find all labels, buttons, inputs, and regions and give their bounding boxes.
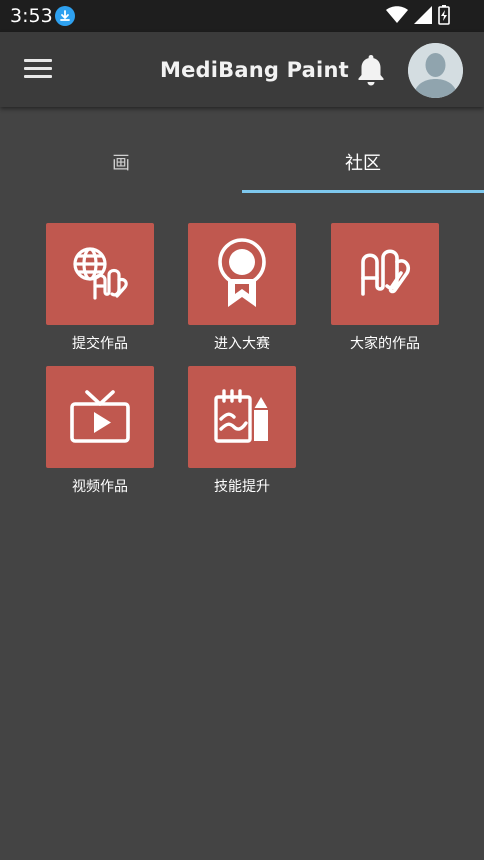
submit-works-tile[interactable]: 提交作品 — [46, 223, 154, 353]
tab-bar: 画 社区 — [0, 134, 484, 194]
tab-community[interactable]: 社区 — [242, 134, 484, 190]
app-title: MediBang Paint — [160, 58, 349, 82]
enter-contest-tile-box[interactable] — [188, 223, 296, 325]
submit-works-tile-box[interactable] — [46, 223, 154, 325]
battery-charging-icon — [438, 5, 450, 25]
clip-a-icon — [361, 249, 411, 296]
wifi-icon — [386, 6, 408, 23]
globe-clip-icon — [73, 247, 128, 300]
tab-indicator — [242, 190, 484, 193]
app-bar: MediBang Paint — [0, 32, 484, 107]
download-icon — [55, 6, 75, 26]
video-works-tile[interactable]: 视频作品 — [46, 366, 154, 496]
skill-improvement-label: 技能提升 — [214, 479, 270, 495]
tab-draw[interactable]: 画 — [0, 134, 242, 190]
submit-works-label: 提交作品 — [72, 336, 128, 352]
video-works-label: 视频作品 — [72, 479, 128, 495]
user-avatar[interactable] — [408, 43, 463, 98]
everyones-works-tile[interactable]: 大家的作品 — [331, 223, 439, 353]
award-ribbon-icon — [218, 238, 266, 307]
everyones-works-tile-box[interactable] — [331, 223, 439, 325]
status-time: 3:53 — [10, 5, 53, 27]
enter-contest-label: 进入大赛 — [214, 336, 270, 352]
notification-bell-icon[interactable] — [355, 52, 387, 88]
skill-improvement-tile[interactable]: 技能提升 — [188, 366, 296, 496]
everyones-works-label: 大家的作品 — [350, 336, 420, 352]
skill-improvement-tile-box[interactable] — [188, 366, 296, 468]
notebook-pencil-icon — [214, 389, 269, 443]
tv-play-icon — [70, 390, 130, 443]
signal-icon — [414, 6, 432, 24]
video-works-tile-box[interactable] — [46, 366, 154, 468]
enter-contest-tile[interactable]: 进入大赛 — [188, 223, 296, 353]
status-bar: 3:53 — [0, 0, 484, 32]
menu-icon[interactable] — [24, 59, 52, 81]
